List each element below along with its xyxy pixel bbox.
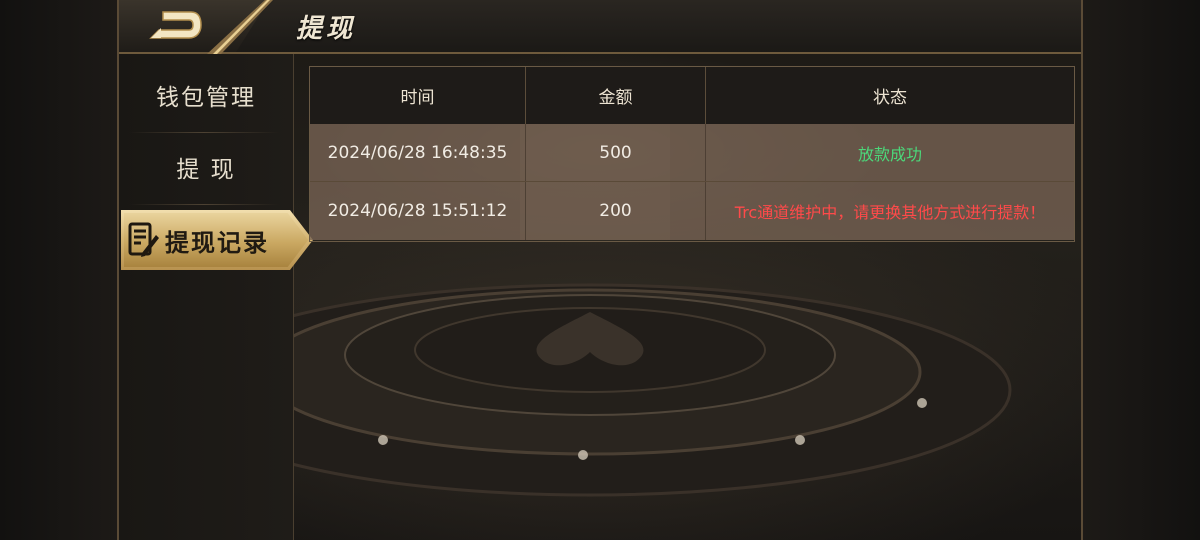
cell-amount: 200 [526,182,706,240]
table-row: 2024/06/28 16:48:35 500 放款成功 [310,124,1074,182]
sidebar-item-wallet[interactable]: 钱包管理 [119,64,293,126]
cell-status: 放款成功 [857,145,922,164]
cell-time: 2024/06/28 16:48:35 [310,124,526,182]
sidebar: 钱包管理 提 现 [119,54,294,540]
column-header-amount: 金额 [526,67,706,124]
cell-time: 2024/06/28 15:51:12 [310,182,526,240]
column-header-time: 时间 [310,67,526,124]
frame-right-border [1081,0,1083,540]
sidebar-divider [129,204,279,205]
cell-amount: 500 [526,124,706,182]
sidebar-item-withdraw[interactable]: 提 现 [119,136,293,198]
table-row: 2024/06/28 15:51:12 200 Trc通道维护中，请更换其他方式… [310,182,1074,240]
sidebar-item-label: 钱包管理 [156,85,256,111]
back-button[interactable] [145,8,205,42]
table-header: 时间 金额 状态 [310,67,1074,124]
sidebar-item-label: 提现记录 [165,229,269,257]
sidebar-divider [129,132,279,133]
edit-record-icon [128,222,159,257]
header-gold-swoosh [207,0,273,54]
withdraw-records-table: 时间 金额 状态 2024/06/28 16:48:35 500 放款成功 20… [309,66,1075,242]
sidebar-item-withdraw-records[interactable]: 提现记录 [121,210,313,270]
row-divider [310,181,1074,182]
page-title: 提现 [296,14,357,44]
cell-status: Trc通道维护中，请更换其他方式进行提款！ [734,203,1046,222]
sidebar-item-label: 提 现 [176,157,236,183]
column-header-status: 状态 [873,88,907,108]
back-arrow-icon [149,11,202,39]
